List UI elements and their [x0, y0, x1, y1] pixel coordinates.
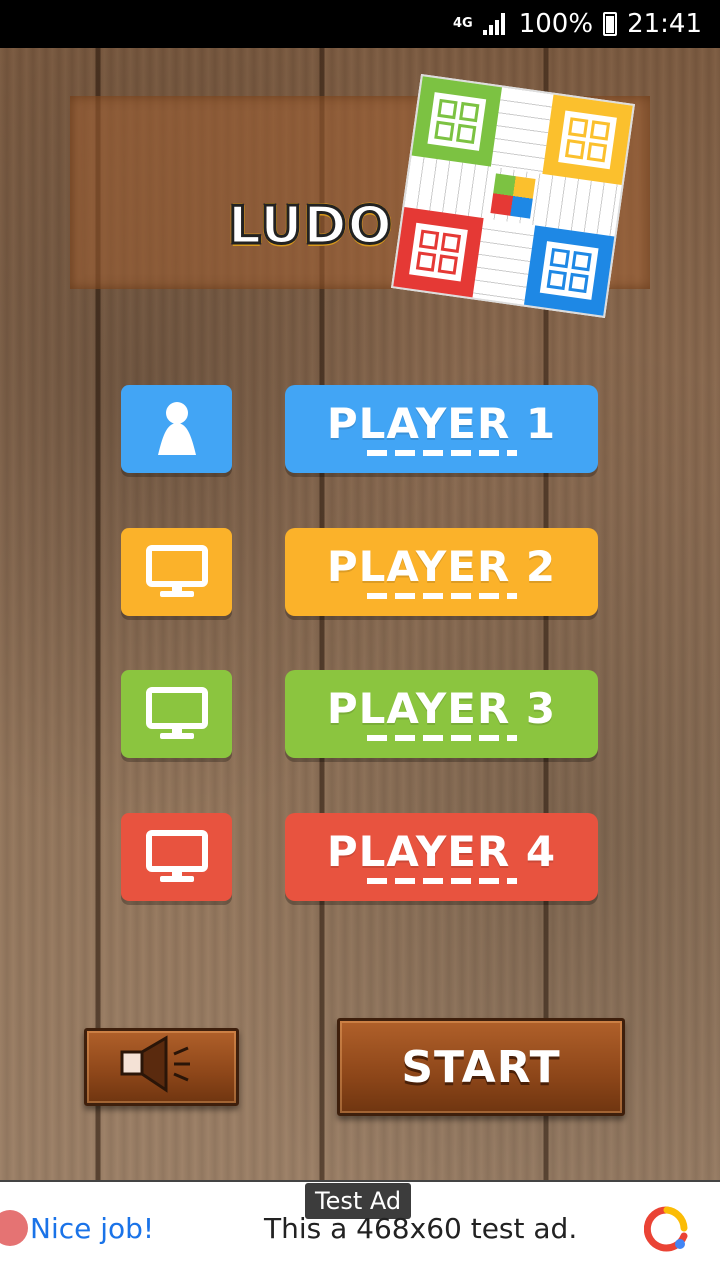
name-underline	[366, 593, 517, 599]
battery-icon	[603, 12, 618, 36]
name-underline	[366, 735, 517, 741]
player-3-type-toggle[interactable]	[121, 670, 232, 758]
sound-toggle-button[interactable]	[84, 1028, 239, 1106]
player-row-2: PLAYER 2	[121, 528, 599, 618]
name-underline	[366, 450, 517, 456]
computer-icon	[145, 830, 208, 882]
player-row-1: PLAYER 1	[121, 385, 599, 475]
battery-percent: 100%	[518, 9, 594, 39]
player-2-label: PLAYER 2	[326, 542, 557, 591]
player-2-type-toggle[interactable]	[121, 528, 232, 616]
speaker-icon	[120, 1035, 190, 1093]
ludo-board-icon	[391, 74, 635, 318]
player-row-4: PLAYER 4	[121, 813, 599, 903]
player-1-button[interactable]: PLAYER 1	[285, 385, 598, 473]
ludo-logo: LUDO	[227, 195, 394, 258]
ad-choices-icon[interactable]	[644, 1206, 690, 1252]
status-bar: 4G 100% 21:41	[0, 0, 720, 48]
network-type-icon: 4G	[453, 16, 473, 31]
computer-icon	[145, 545, 208, 597]
player-3-button[interactable]: PLAYER 3	[285, 670, 598, 758]
ad-body-text[interactable]: This a 468x60 test ad.	[264, 1212, 577, 1245]
player-2-button[interactable]: PLAYER 2	[285, 528, 598, 616]
ad-headline[interactable]: Nice job!	[30, 1212, 154, 1245]
player-4-button[interactable]: PLAYER 4	[285, 813, 598, 901]
start-button[interactable]: START	[337, 1018, 625, 1116]
player-1-label: PLAYER 1	[326, 399, 557, 448]
person-icon	[157, 402, 196, 455]
signal-icon	[482, 13, 509, 35]
name-underline	[366, 878, 517, 884]
player-4-type-toggle[interactable]	[121, 813, 232, 901]
player-row-3: PLAYER 3	[121, 670, 599, 760]
clock: 21:41	[627, 9, 702, 39]
player-1-type-toggle[interactable]	[121, 385, 232, 473]
player-4-label: PLAYER 4	[326, 827, 557, 876]
start-label: START	[401, 1041, 561, 1093]
computer-icon	[145, 687, 208, 739]
player-3-label: PLAYER 3	[326, 684, 557, 733]
